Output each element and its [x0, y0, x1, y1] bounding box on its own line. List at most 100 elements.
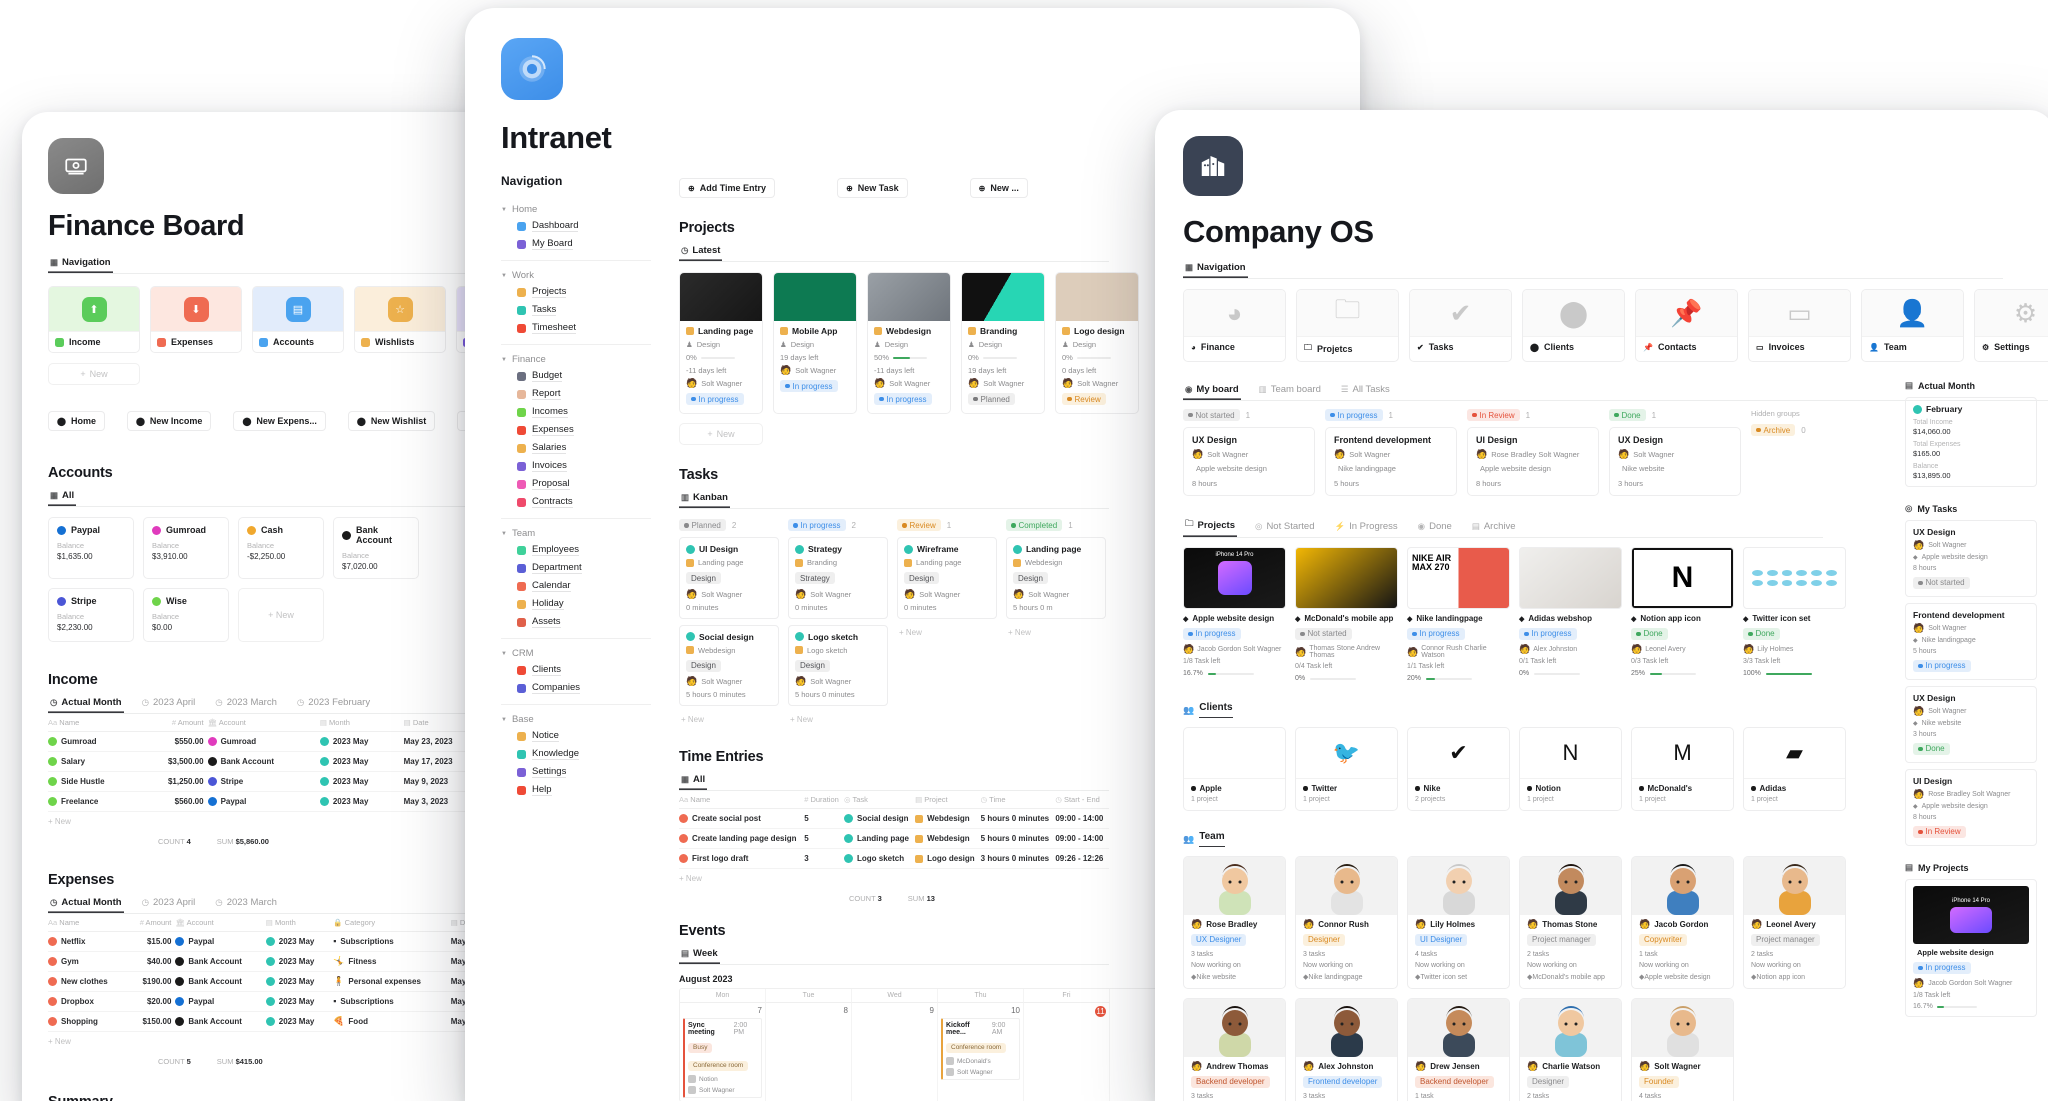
time-entries-viewbar[interactable]: ▦ All: [679, 774, 1109, 792]
tab-latest[interactable]: ◷ Latest: [679, 245, 722, 261]
sidebar-item-dashboard[interactable]: Dashboard: [501, 217, 651, 235]
company-nav-card-clients[interactable]: ⬤ ⬤ Clients: [1522, 289, 1625, 362]
sidebar-item-expenses[interactable]: Expenses: [501, 421, 651, 439]
project-card[interactable]: Webdesign ♟ Design 50% -11 days left 🧑 Solt Wa…: [867, 272, 951, 415]
team-member-card[interactable]: 🧑Alex JohnstonFrontend developer3 tasksN…: [1295, 998, 1398, 1101]
sidebar-item-notice[interactable]: Notice: [501, 727, 651, 745]
team-member-card[interactable]: 🧑 Jacob Gordon Copywriter 1 task Now working…: [1631, 856, 1734, 989]
income-viewbar[interactable]: ◷ Actual Month ◷ 2023 April ◷ 2023 March ◷ 2023…: [48, 697, 488, 714]
client-card[interactable]: N Notion 1 project: [1519, 727, 1622, 811]
project-card[interactable]: Logo design ♟ Design 0% 0 days left 🧑 Solt Wag…: [1055, 272, 1139, 415]
finance-board-window[interactable]: Finance Board ▦ Navigation ⬆ Income ⬇ Expen…: [22, 112, 504, 1101]
tab-income-actual-month[interactable]: ◷ Actual Month: [48, 697, 124, 713]
team-member-card[interactable]: 🧑 Thomas Stone Project manager 2 tasks Now w…: [1519, 856, 1622, 989]
calendar-day-cell[interactable]: 8: [766, 1003, 852, 1101]
client-card[interactable]: M McDonald's 1 project: [1631, 727, 1734, 811]
sidebar-groups[interactable]: ▼ Home Dashboard My Board ▼ Work Projects Tasks…: [501, 195, 651, 806]
expenses-viewbar[interactable]: ◷ Actual Month ◷ 2023 April ◷ 2023 March: [48, 897, 488, 914]
sidebar-item-invoices[interactable]: Invoices: [501, 457, 651, 475]
team-member-card[interactable]: 🧑Andrew ThomasBackend developer3 tasksNo…: [1183, 998, 1286, 1101]
sidebar-item-calendar[interactable]: Calendar: [501, 577, 651, 595]
client-card[interactable]: ▰ Adidas 1 project: [1743, 727, 1846, 811]
sidebar-item-salaries[interactable]: Salaries: [501, 439, 651, 457]
project-card[interactable]: NIKE AIR MAX 270 ◆ Nike landingpage In progr…: [1407, 547, 1510, 682]
table-row[interactable]: Create social post 5 Social design Webdesig…: [679, 808, 1109, 830]
my-tasks-list[interactable]: UX Design 🧑 Solt Wagner ◆ Apple website desi…: [1905, 520, 2037, 846]
board-card[interactable]: UX Design 🧑 Solt Wagner Apple website desig…: [1183, 427, 1315, 496]
kanban-card[interactable]: Landing page Webdesign Design 🧑 Solt Wagner 5…: [1006, 537, 1106, 619]
expenses-table[interactable]: Aa Name # Amount 🏛 Account ▤ Month 🔒 Categor…: [48, 914, 488, 1032]
sidebar-item-holiday[interactable]: Holiday: [501, 595, 651, 613]
company-nav-card-finance[interactable]: ◕ ◕ Finance: [1183, 289, 1286, 362]
sidebar-item-assets[interactable]: Assets: [501, 613, 651, 631]
tab-not-started[interactable]: ◎ Not Started: [1253, 521, 1316, 537]
button-new-task[interactable]: ⊕ New Task: [837, 178, 908, 198]
team-member-card[interactable]: 🧑 Connor Rush Designer 3 tasks Now working o…: [1295, 856, 1398, 989]
table-row[interactable]: Netflix $15.00 Paypal 2023 May ▪ Subscription…: [48, 931, 488, 952]
nav-group-label[interactable]: ▼ Base: [501, 712, 651, 727]
tab-expense-actual-month[interactable]: ◷ Actual Month: [48, 897, 124, 913]
nav-group-label[interactable]: ▼ Home: [501, 202, 651, 217]
sidebar-item-companies[interactable]: Companies: [501, 679, 651, 697]
tab-all-tasks[interactable]: ☰ All Tasks: [1339, 384, 1392, 400]
tab-income-2023-february[interactable]: ◷ 2023 February: [295, 697, 372, 713]
new-project-button[interactable]: + New: [679, 423, 763, 446]
actual-month-card[interactable]: February Total Income $14,060.00 Total E…: [1905, 397, 2037, 487]
new-account-button[interactable]: + New: [238, 588, 324, 642]
tab-done[interactable]: ◉ Done: [1416, 521, 1454, 537]
account-card[interactable]: Gumroad Balance $3,910.00: [143, 517, 229, 579]
calendar-day-cell[interactable]: 7 Sync meeting 2:00 PM Busy Conference room N…: [680, 1003, 766, 1101]
sidebar-item-settings[interactable]: Settings: [501, 763, 651, 781]
account-card[interactable]: Bank Account Balance $7,020.00: [333, 517, 419, 579]
income-new-row[interactable]: + New: [48, 812, 504, 831]
projects-tabs[interactable]: 🗀 Projects ◎ Not Started ⚡ In Progress ◉ Done ▤ A…: [1183, 518, 1823, 538]
rail-task-card[interactable]: UX Design 🧑 Solt Wagner ◆ Apple website desi…: [1905, 520, 2037, 597]
kanban-new-card[interactable]: + New: [679, 712, 779, 727]
table-row[interactable]: Side Hustle $1,250.00 Stripe 2023 May May 9,…: [48, 771, 488, 792]
finance-nav-card-income[interactable]: ⬆ Income: [48, 286, 140, 353]
table-row[interactable]: Freelance $560.00 Paypal 2023 May May 3, 202…: [48, 791, 488, 812]
table-row[interactable]: Salary $3,500.00 Bank Account 2023 May May 1…: [48, 751, 488, 772]
team-member-card[interactable]: 🧑Solt WagnerFounder4 tasksNow working on…: [1631, 998, 1734, 1101]
rail-project-card[interactable]: iPhone 14 Pro Apple website design In prog…: [1905, 879, 2037, 1017]
team-member-card[interactable]: 🧑Charlie WatsonDesigner2 tasksNow workin…: [1519, 998, 1622, 1101]
sidebar-item-proposal[interactable]: Proposal: [501, 475, 651, 493]
calendar-event[interactable]: Kickoff mee... 9:00 AM Conference room McDo…: [941, 1018, 1020, 1081]
calendar-day-cell[interactable]: 9: [852, 1003, 938, 1101]
board-card[interactable]: Frontend development 🧑 Solt Wagner Nike lan…: [1325, 427, 1457, 496]
project-card[interactable]: Mobile App ♟ Design 19 days left 🧑 Solt Wagne…: [773, 272, 857, 415]
team-member-card[interactable]: 🧑 Leonel Avery Project manager 2 tasks Now w…: [1743, 856, 1846, 989]
tab-income-2023-april[interactable]: ◷ 2023 April: [140, 697, 198, 713]
time-entries-table[interactable]: Aa Name # Duration ◎ Task ▤ Project ◷ Time ◷ …: [679, 791, 1109, 870]
sidebar-item-contracts[interactable]: Contracts: [501, 493, 651, 511]
tab-week[interactable]: ▤ Week: [679, 948, 720, 964]
sidebar-item-report[interactable]: Report: [501, 385, 651, 403]
team-member-card[interactable]: 🧑 Lily Holmes UI Designer 4 tasks Now workin…: [1407, 856, 1510, 989]
sidebar-item-department[interactable]: Department: [501, 559, 651, 577]
client-card[interactable]: Apple 1 project: [1183, 727, 1286, 811]
sidebar-item-timesheet[interactable]: Timesheet: [501, 319, 651, 337]
tab-archive[interactable]: ▤ Archive: [1470, 521, 1518, 537]
my-projects-list[interactable]: iPhone 14 Pro Apple website design In prog…: [1905, 879, 2037, 1017]
rail-task-card[interactable]: Frontend development 🧑 Solt Wagner ◆ Nike la…: [1905, 603, 2037, 680]
team-member-card[interactable]: 🧑Drew JensenBackend developer1 taskNow w…: [1407, 998, 1510, 1101]
income-table[interactable]: Aa Name # Amount 🏛 Account ▤ Month ▤ Date Gum…: [48, 714, 488, 812]
kanban-card[interactable]: Strategy Branding Strategy 🧑 Solt Wagner 0 mi…: [788, 537, 888, 619]
kanban-card[interactable]: Logo sketch Logo sketch Design 🧑 Solt Wagner…: [788, 624, 888, 707]
accounts-viewbar[interactable]: ▦ All: [48, 490, 488, 507]
sidebar-item-budget[interactable]: Budget: [501, 367, 651, 385]
sidebar-item-incomes[interactable]: Incomes: [501, 403, 651, 421]
finance-action-buttons[interactable]: ⬤ Home ⬤ New Income ⬤ New Expens... ⬤ New Wishl…: [48, 411, 504, 431]
project-card[interactable]: ◆ McDonald's mobile app Not started 🧑 Thomas…: [1295, 547, 1398, 682]
sidebar-item-clients[interactable]: Clients: [501, 661, 651, 679]
accounts-grid[interactable]: Paypal Balance $1,635.00 Gumroad Balance $3,9…: [48, 517, 504, 642]
calendar-day-cell[interactable]: 10 Kickoff mee... 9:00 AM Conference room Mc…: [938, 1003, 1024, 1101]
tab-expense-2023-march[interactable]: ◷ 2023 March: [213, 897, 279, 913]
project-card[interactable]: Branding ♟ Design 0% 19 days left 🧑 Solt Wagne…: [961, 272, 1045, 415]
client-card[interactable]: 🐦 Twitter 1 project: [1295, 727, 1398, 811]
rail-task-card[interactable]: UX Design 🧑 Solt Wagner ◆ Nike website 3 hour…: [1905, 686, 2037, 763]
sidebar-item-knowledge[interactable]: Knowledge: [501, 745, 651, 763]
nav-group-label[interactable]: ▼ Finance: [501, 352, 651, 367]
project-card[interactable]: ◆ Twitter icon set Done 🧑 Lily Holmes 3/3 Tas…: [1743, 547, 1846, 682]
finance-viewbar[interactable]: ▦ Navigation: [48, 257, 488, 274]
